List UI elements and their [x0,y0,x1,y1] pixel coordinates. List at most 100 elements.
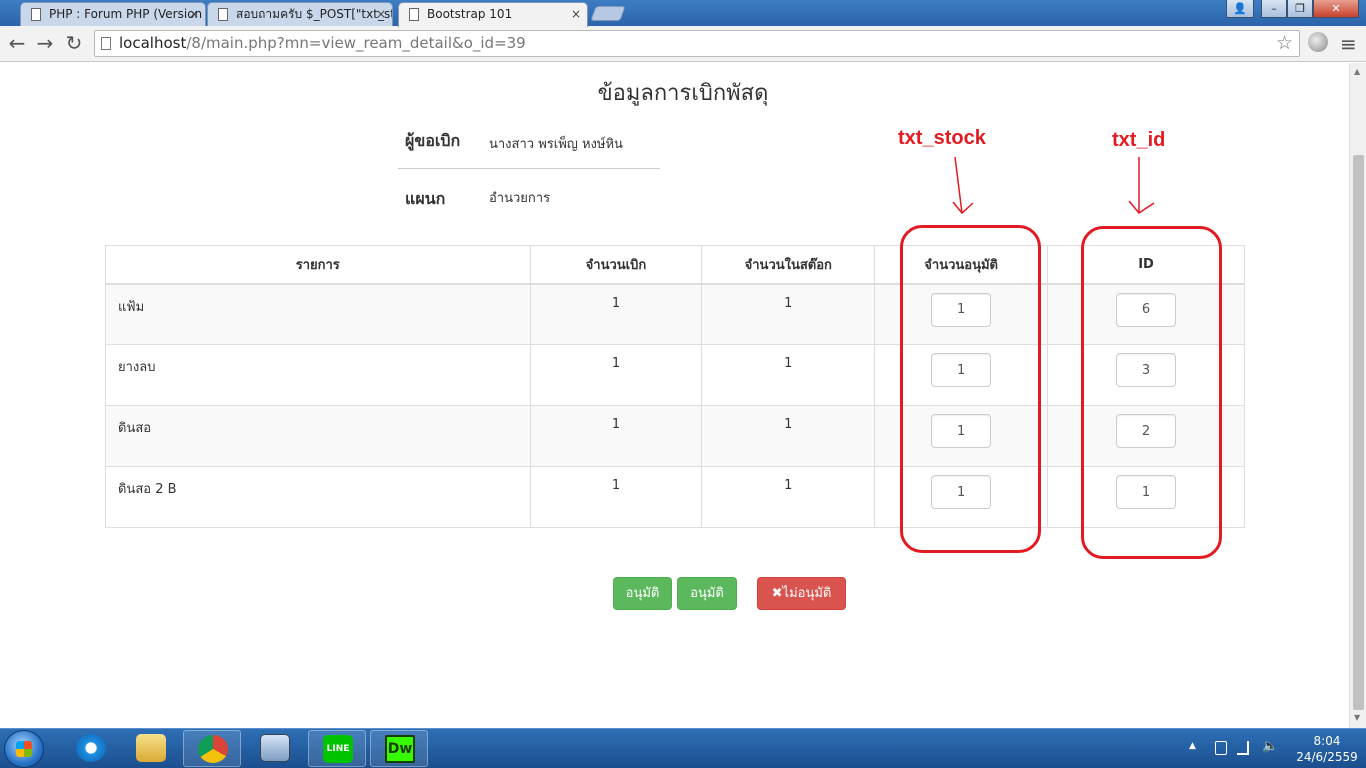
folder-icon [136,734,166,762]
tab-php-forum[interactable]: PHP : Forum PHP (Version × [20,2,206,26]
document-icon [31,8,41,21]
signal-icon[interactable] [1237,741,1249,755]
reload-button[interactable]: ↻ [62,31,86,55]
chrome-menu-icon[interactable]: ≡ [1340,32,1357,56]
restore-button[interactable]: ❐ [1287,0,1313,18]
chrome-icon [198,735,228,763]
table-header-row: รายการ จำนวนเบิก จำนวนในสต๊อก จำนวนอนุมั… [105,245,1245,285]
taskbar-network[interactable] [246,730,304,767]
annotation-arrow-id [1128,157,1155,214]
tab-strip: PHP : Forum PHP (Version × สอบถามครับ $_… [0,0,1366,27]
vertical-scrollbar[interactable]: ▲ ▼ [1349,63,1366,728]
url-text[interactable]: localhost/8/main.php?mn=view_ream_detail… [119,31,526,56]
line-icon: LINE [323,735,353,763]
item-name-cell: แฟ้ม [105,283,531,345]
reject-label: ไม่อนุมัติ [782,586,832,601]
annotation-box-stock [900,225,1041,553]
reject-button[interactable]: ✖ไม่อนุมัติ [757,577,846,610]
department-label: แผนก [405,189,446,208]
forward-arrow-icon: → [36,31,54,55]
close-icon: ✕ [1331,2,1341,15]
show-hidden-icons[interactable]: ▲ [1189,741,1196,751]
address-bar[interactable]: localhost/8/main.php?mn=view_ream_detail… [94,30,1300,57]
table-row: แฟ้ม 1 1 [105,283,1245,345]
taskbar-chrome[interactable] [183,730,241,767]
scroll-down-icon[interactable]: ▼ [1354,713,1360,722]
start-button[interactable] [4,730,44,768]
windows-taskbar: LINE Dw ▲ 🔈 8:04 24/6/2559 [0,728,1366,768]
requester-value: นางสาว พรเพ็ญ หงษ์หิน [489,137,623,152]
requested-qty-cell: 1 [529,405,703,467]
requested-qty-cell: 1 [529,466,703,528]
taskbar-dreamweaver[interactable]: Dw [370,730,428,767]
approve-button-2[interactable]: อนุมัติ [677,577,737,610]
url-host: localhost [119,34,187,52]
stock-qty-cell: 1 [701,405,876,467]
requested-qty-cell: 1 [529,283,703,345]
annotation-arrow-stock [952,156,974,215]
annotation-box-id [1081,226,1222,559]
taskbar-file-explorer[interactable] [122,730,180,767]
info-divider [398,168,660,169]
clock-time[interactable]: 8:04 [1292,734,1362,748]
windows-logo-icon [16,741,32,757]
stock-qty-cell: 1 [701,344,876,406]
internet-explorer-icon [76,734,106,762]
forward-button[interactable]: → [33,31,57,55]
extension-icon[interactable] [1308,32,1328,52]
table-row: ยางลบ 1 1 [105,344,1245,406]
tab-title: Bootstrap 101 [427,7,513,21]
requested-qty-cell: 1 [529,344,703,406]
dreamweaver-icon: Dw [385,735,415,763]
new-tab-button[interactable] [590,6,626,21]
tab-post-question[interactable]: สอบถามครับ $_POST["txt_st × [207,2,393,26]
remove-icon: ✖ [771,586,783,601]
browser-toolbar: ← → ↻ localhost/8/main.php?mn=view_ream_… [0,26,1366,62]
table-row: ดินสอ 2 B 1 1 [105,466,1245,528]
document-icon [409,8,419,21]
close-tab-icon[interactable]: × [376,3,386,25]
close-tab-icon[interactable]: × [189,3,199,25]
stock-qty-cell: 1 [701,283,876,345]
column-header-requested: จำนวนเบิก [529,245,703,285]
column-header-item: รายการ [105,245,531,285]
user-profile-button[interactable]: 👤 [1226,0,1254,18]
annotation-txt-stock: txt_stock [898,127,986,149]
page-title: ข้อมูลการเบิกพัสดุ [597,81,769,106]
network-computer-icon [260,734,290,762]
stock-qty-cell: 1 [701,466,876,528]
tab-title: สอบถามครับ $_POST["txt_st [236,7,393,21]
tab-bootstrap-101[interactable]: Bootstrap 101 × [398,2,588,27]
battery-icon[interactable] [1215,741,1227,755]
items-table: รายการ จำนวนเบิก จำนวนในสต๊อก จำนวนอนุมั… [105,245,1245,528]
item-name-cell: ดินสอ 2 B [105,466,531,528]
user-icon: 👤 [1233,2,1247,15]
bookmark-star-icon[interactable]: ☆ [1276,32,1293,54]
scroll-up-icon[interactable]: ▲ [1354,67,1360,76]
annotation-txt-id: txt_id [1112,129,1166,151]
item-name-cell: ยางลบ [105,344,531,406]
department-value: อำนวยการ [489,191,551,206]
url-path: /8/main.php?mn=view_ream_detail&o_id=39 [186,34,526,52]
page-viewport: ข้อมูลการเบิกพัสดุ ผู้ขอเบิก นางสาว พรเพ… [0,63,1349,728]
table-row: ดินสอ 1 1 [105,405,1245,467]
taskbar-internet-explorer[interactable] [62,730,120,767]
column-header-stock: จำนวนในสต๊อก [701,245,876,285]
item-name-cell: ดินสอ [105,405,531,467]
page-icon [101,37,111,50]
approve-button-1[interactable]: อนุมัติ [613,577,672,610]
taskbar-line[interactable]: LINE [308,730,366,767]
minimize-icon: – [1271,2,1277,15]
restore-icon: ❐ [1295,2,1305,15]
requester-label: ผู้ขอเบิก [405,131,461,150]
tab-title: PHP : Forum PHP (Version [49,7,203,21]
clock-date[interactable]: 24/6/2559 [1292,750,1362,764]
close-tab-icon[interactable]: × [571,3,581,25]
minimize-button[interactable]: – [1261,0,1287,18]
scroll-thumb[interactable] [1353,155,1364,710]
document-icon [218,8,228,21]
volume-icon[interactable]: 🔈 [1262,739,1278,754]
back-arrow-icon: ← [8,31,26,55]
back-button[interactable]: ← [5,31,29,55]
close-window-button[interactable]: ✕ [1313,0,1359,18]
